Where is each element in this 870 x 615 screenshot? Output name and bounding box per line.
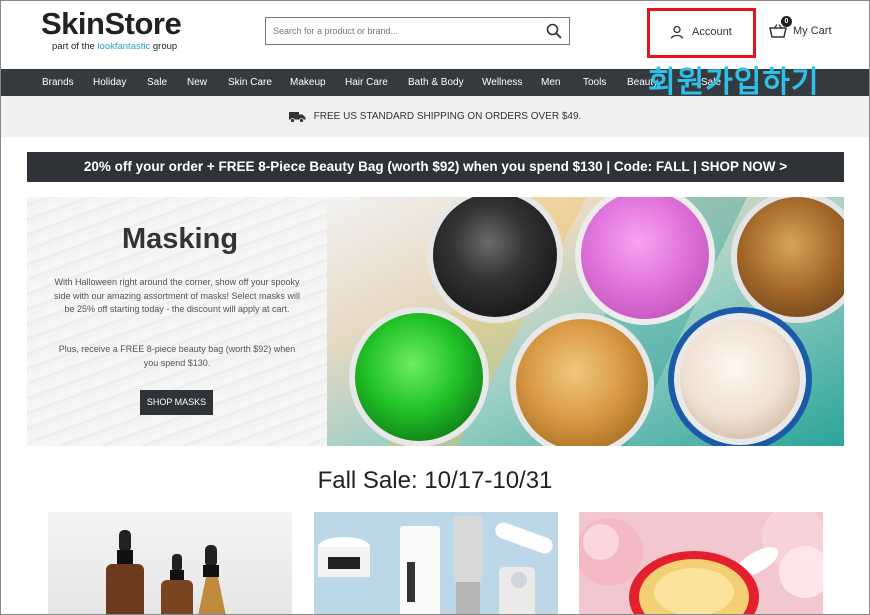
skincare-products-image — [314, 512, 558, 614]
search-box — [265, 17, 570, 45]
nav-item-bath-body[interactable]: Bath & Body — [408, 69, 464, 96]
fall-sale-cards — [1, 512, 869, 614]
nav-item-holiday[interactable]: Holiday — [93, 69, 126, 96]
nav-item-new[interactable]: New — [187, 69, 207, 96]
nav-item-hair-care[interactable]: Hair Care — [345, 69, 388, 96]
site-header: SkinStore part of the lookfantastic grou… — [1, 1, 869, 69]
logo-tagline-prefix: part of the — [52, 41, 98, 52]
logo-tagline-brand: lookfantastic — [97, 41, 151, 52]
product-card-serums[interactable] — [48, 512, 292, 614]
cream-jar-roses-image — [579, 512, 823, 614]
hero-mask-jars-image — [327, 197, 844, 446]
cart-link[interactable]: 0 My Cart — [769, 16, 832, 39]
serum-bottles-image — [48, 512, 292, 614]
skinstore-logo[interactable]: SkinStore part of the lookfantastic grou… — [41, 6, 182, 53]
account-highlight-box: Account — [647, 8, 756, 58]
nav-item-sale[interactable]: Sale — [147, 69, 167, 96]
nav-item-men[interactable]: Men — [541, 69, 560, 96]
shipping-text: FREE US STANDARD SHIPPING ON ORDERS OVER… — [313, 111, 582, 122]
account-link[interactable]: Account — [670, 25, 732, 39]
search-input[interactable] — [266, 18, 536, 44]
hero-banner: Masking With Halloween right around the … — [27, 197, 844, 446]
hero-description: With Halloween right around the corner, … — [53, 277, 301, 314]
account-label: Account — [692, 26, 732, 38]
promo-banner[interactable]: 20% off your order + FREE 8-Piece Beauty… — [27, 152, 844, 182]
page: SkinStore part of the lookfantastic grou… — [0, 0, 870, 615]
logo-tagline-suffix: group — [150, 41, 178, 52]
nav-item-tools[interactable]: Tools — [583, 69, 606, 96]
product-card-skincare-set[interactable] — [314, 512, 558, 614]
hero-offer-text: Plus, receive a FREE 8-piece beauty bag … — [58, 344, 296, 368]
logo-wordmark: SkinStore — [41, 6, 182, 41]
shipping-banner: FREE US STANDARD SHIPPING ON ORDERS OVER… — [1, 96, 869, 137]
nav-item-wellness[interactable]: Wellness — [482, 69, 522, 96]
cart-icon-wrap: 0 — [769, 16, 792, 39]
user-icon — [670, 25, 684, 39]
hero-title: Masking — [122, 223, 239, 255]
shop-masks-button[interactable]: SHOP MASKS — [140, 390, 213, 415]
nav-item-brands[interactable]: Brands — [42, 69, 74, 96]
cart-count-badge: 0 — [781, 16, 792, 27]
nav-item-skin-care[interactable]: Skin Care — [228, 69, 272, 96]
truck-icon — [288, 111, 306, 123]
nav-item-makeup[interactable]: Makeup — [290, 69, 326, 96]
logo-tagline: part of the lookfantastic group — [52, 41, 181, 52]
product-card-cream[interactable] — [579, 512, 823, 614]
cart-label: My Cart — [793, 25, 832, 37]
search-icon[interactable] — [546, 23, 562, 39]
fall-sale-heading: Fall Sale: 10/17-10/31 — [317, 467, 553, 494]
